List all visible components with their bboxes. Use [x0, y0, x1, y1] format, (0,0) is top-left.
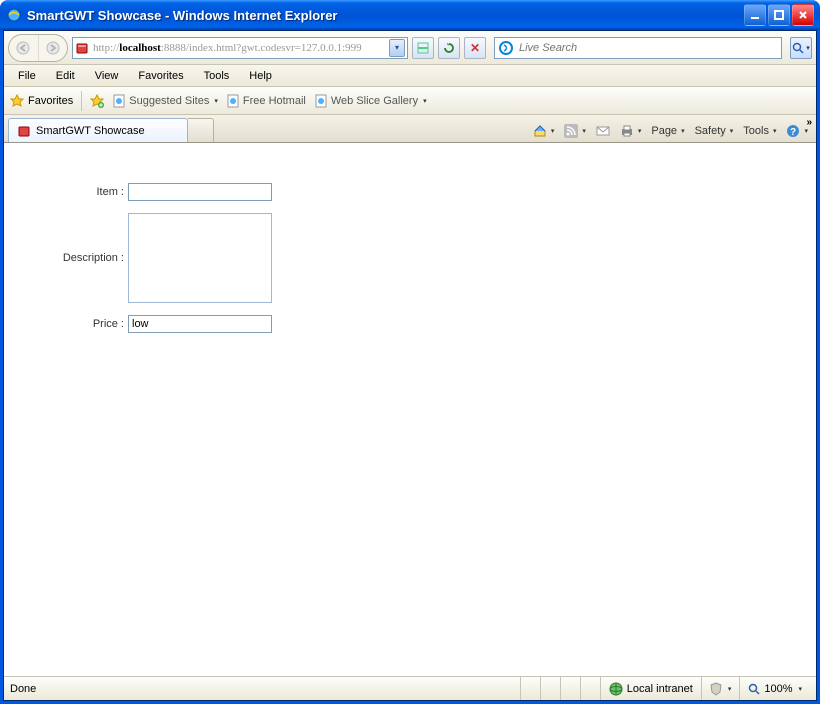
status-cell-empty: [540, 677, 560, 700]
protected-mode[interactable]: ▾: [701, 677, 740, 700]
favorites-button[interactable]: Favorites: [10, 94, 73, 108]
menu-tools[interactable]: Tools: [196, 68, 238, 84]
new-tab-button[interactable]: [188, 118, 214, 142]
menu-favorites[interactable]: Favorites: [130, 68, 191, 84]
forward-button[interactable]: [39, 35, 68, 61]
close-button[interactable]: [792, 4, 814, 26]
status-text: Done: [10, 683, 36, 695]
url-text: http://localhost:8888/index.html?gwt.cod…: [93, 42, 385, 54]
description-textarea[interactable]: [128, 213, 272, 303]
ie-logo-icon: [6, 7, 22, 23]
star-icon: [10, 94, 24, 108]
free-hotmail-link[interactable]: Free Hotmail: [226, 94, 306, 108]
status-bar: Done Local intranet ▾ 100%▾: [4, 676, 816, 700]
site-favicon-icon: [75, 41, 89, 55]
menu-file[interactable]: File: [10, 68, 44, 84]
window-title: SmartGWT Showcase - Windows Internet Exp…: [27, 8, 744, 23]
navigation-toolbar: http://localhost:8888/index.html?gwt.cod…: [4, 31, 816, 65]
toolbar-overflow-icon[interactable]: »: [806, 117, 812, 128]
tools-menu[interactable]: Tools▾: [743, 125, 776, 137]
price-label: Price :: [44, 318, 124, 330]
item-input[interactable]: [128, 183, 272, 201]
read-mail-button[interactable]: [596, 125, 610, 137]
menu-bar: File Edit View Favorites Tools Help: [4, 65, 816, 87]
menu-edit[interactable]: Edit: [48, 68, 83, 84]
ie-page-icon: [226, 94, 240, 108]
page-content: Item : Description : Price :: [4, 143, 816, 676]
security-zone[interactable]: Local intranet: [600, 677, 701, 700]
globe-icon: [609, 682, 623, 696]
home-button[interactable]: ▾: [533, 124, 555, 138]
refresh-button[interactable]: [438, 37, 460, 59]
zoom-control[interactable]: 100%▾: [739, 677, 810, 700]
window-titlebar: SmartGWT Showcase - Windows Internet Exp…: [0, 0, 820, 30]
smartgwt-form: Item : Description : Price :: [4, 143, 816, 333]
menu-view[interactable]: View: [87, 68, 127, 84]
zoom-icon: [748, 683, 760, 695]
separator: [81, 91, 82, 111]
safety-menu[interactable]: Safety▾: [695, 125, 734, 137]
address-bar[interactable]: http://localhost:8888/index.html?gwt.cod…: [72, 37, 408, 59]
stop-button[interactable]: ✕: [464, 37, 486, 59]
status-cell-empty: [560, 677, 580, 700]
status-cell-empty: [580, 677, 600, 700]
stop-icon: ✕: [470, 41, 480, 55]
menu-help[interactable]: Help: [241, 68, 280, 84]
tab-strip: SmartGWT Showcase ▾ ▾ ▾ Page▾ Safety▾ To…: [4, 115, 816, 143]
search-input[interactable]: [517, 41, 777, 55]
feeds-button[interactable]: ▾: [564, 124, 586, 138]
search-go-button[interactable]: ▾: [790, 37, 812, 59]
print-button[interactable]: ▾: [620, 124, 642, 138]
minimize-button[interactable]: [744, 4, 766, 26]
description-label: Description :: [44, 252, 124, 264]
shield-icon: [710, 682, 722, 696]
favorites-label: Favorites: [28, 95, 73, 107]
command-bar: ▾ ▾ ▾ Page▾ Safety▾ Tools▾ ?▾: [529, 124, 812, 142]
tab-active[interactable]: SmartGWT Showcase: [8, 118, 188, 142]
ie-page-icon: [314, 94, 328, 108]
help-button[interactable]: ?▾: [786, 124, 808, 138]
page-menu[interactable]: Page▾: [651, 125, 684, 137]
ie-page-icon: [112, 94, 126, 108]
suggested-sites-link[interactable]: Suggested Sites▾: [112, 94, 218, 108]
tab-favicon-icon: [17, 124, 31, 138]
tab-label: SmartGWT Showcase: [36, 125, 145, 137]
back-button[interactable]: [9, 35, 39, 61]
status-cell-empty: [520, 677, 540, 700]
svg-text:?: ?: [790, 127, 796, 138]
search-box[interactable]: [494, 37, 782, 59]
compat-view-button[interactable]: [412, 37, 434, 59]
bing-icon: [499, 41, 513, 55]
chevron-down-icon: ▾: [806, 44, 810, 52]
add-favorite-button[interactable]: [90, 94, 104, 108]
web-slice-link[interactable]: Web Slice Gallery▾: [314, 94, 427, 108]
item-label: Item :: [44, 186, 124, 198]
back-forward-group: [8, 34, 68, 62]
price-input[interactable]: [128, 315, 272, 333]
address-dropdown-button[interactable]: ▾: [389, 39, 405, 57]
favorites-bar: Favorites Suggested Sites▾ Free Hotmail …: [4, 87, 816, 115]
maximize-button[interactable]: [768, 4, 790, 26]
